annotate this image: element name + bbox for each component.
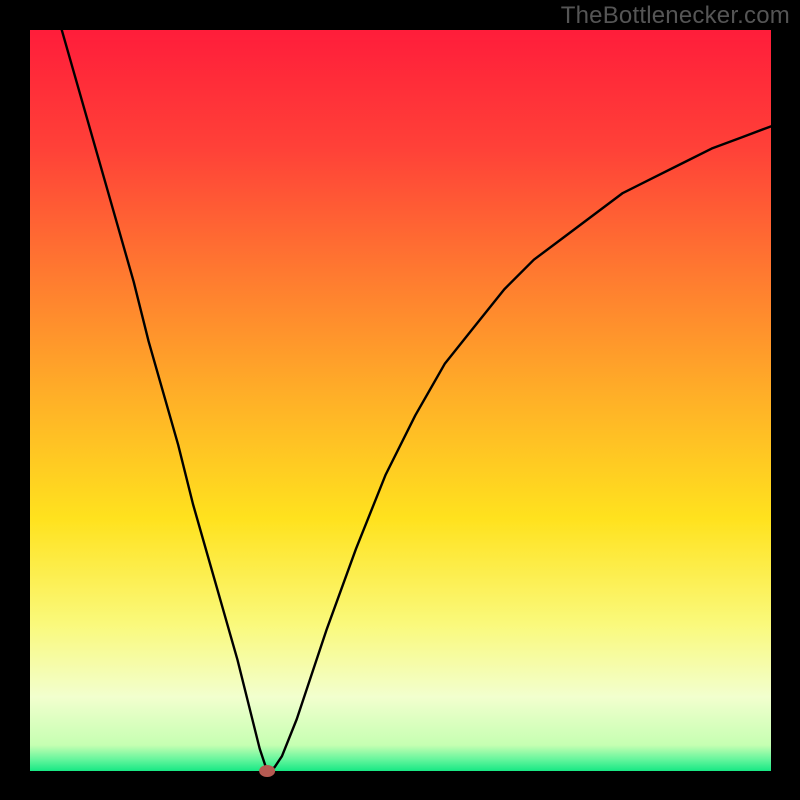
bottleneck-chart — [0, 0, 800, 800]
watermark-text: TheBottlenecker.com — [561, 2, 790, 30]
plot-background — [30, 30, 771, 771]
optimal-point-marker — [259, 765, 275, 777]
chart-frame: TheBottlenecker.com — [0, 0, 800, 800]
